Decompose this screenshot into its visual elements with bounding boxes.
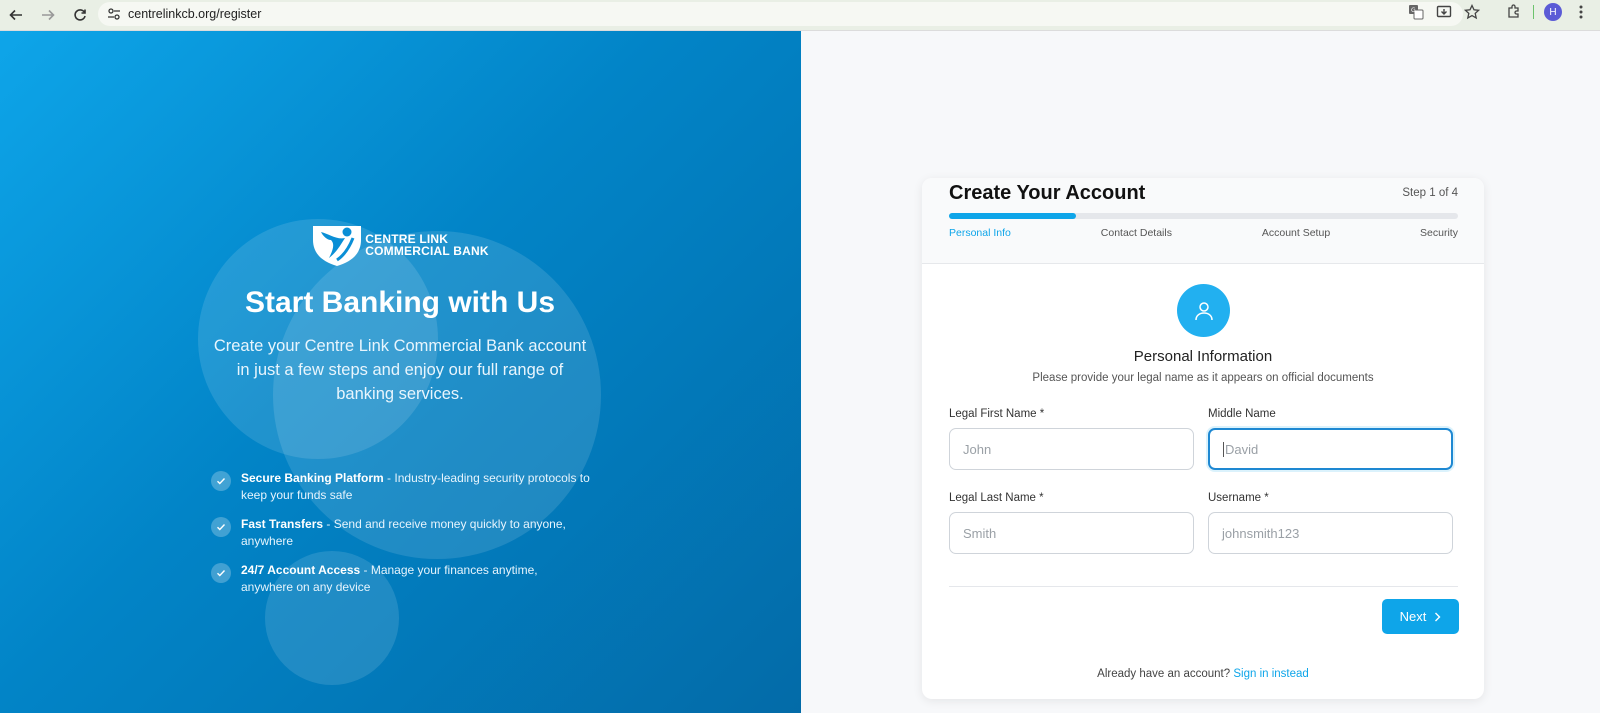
step-personal-info: Personal Info bbox=[949, 227, 1011, 239]
middle-name-placeholder: David bbox=[1225, 441, 1259, 457]
chevron-right-icon bbox=[1435, 612, 1441, 621]
back-arrow-icon[interactable] bbox=[5, 4, 27, 26]
hero-subtitle: Create your Centre Link Commercial Bank … bbox=[213, 337, 587, 403]
feature-item: Fast Transfers - Send and receive money … bbox=[211, 516, 591, 549]
svg-text:G: G bbox=[1411, 7, 1416, 14]
bookmark-star-icon[interactable] bbox=[1463, 3, 1481, 21]
step-labels: Personal Info Contact Details Account Se… bbox=[949, 227, 1458, 239]
next-button[interactable]: Next bbox=[1382, 599, 1459, 634]
progress-bar bbox=[949, 213, 1458, 219]
signin-prompt: Already have an account? Sign in instead bbox=[922, 668, 1484, 680]
first-name-label: Legal First Name * bbox=[949, 408, 1045, 420]
registration-card: Create Your Account Step 1 of 4 Personal… bbox=[922, 178, 1484, 699]
last-name-group: Legal Last Name * Smith bbox=[949, 492, 1194, 554]
step-contact-details: Contact Details bbox=[1100, 227, 1172, 239]
progress-fill bbox=[949, 213, 1077, 219]
first-name-group: Legal First Name * John bbox=[949, 408, 1194, 470]
last-name-input[interactable]: Smith bbox=[949, 512, 1194, 554]
middle-name-group: Middle Name David bbox=[1208, 408, 1453, 470]
user-icon bbox=[1177, 284, 1230, 337]
section-title: Personal Information bbox=[1133, 348, 1273, 365]
last-name-label: Legal Last Name * bbox=[949, 492, 1044, 504]
section-subtitle: Please provide your legal name as it app… bbox=[1032, 372, 1374, 384]
feature-list: Secure Banking Platform - Industry-leadi… bbox=[211, 470, 591, 608]
reload-icon[interactable] bbox=[69, 4, 91, 26]
feature-item: 24/7 Account Access - Manage your financ… bbox=[211, 562, 591, 595]
middle-name-input[interactable]: David bbox=[1208, 428, 1453, 470]
hero-title: Start Banking with Us bbox=[244, 286, 556, 319]
translate-icon[interactable]: G bbox=[1407, 3, 1425, 21]
feature-title: Secure Banking Platform bbox=[241, 471, 384, 485]
check-icon bbox=[211, 517, 231, 537]
text-caret bbox=[1223, 441, 1224, 457]
extensions-icon[interactable] bbox=[1505, 3, 1523, 21]
form-divider bbox=[949, 586, 1458, 587]
card-title: Create Your Account bbox=[949, 182, 1146, 204]
signin-prompt-text: Already have an account? bbox=[1097, 668, 1231, 680]
site-info-icon[interactable] bbox=[106, 6, 122, 22]
bank-logo-icon bbox=[313, 226, 362, 266]
menu-dots-icon[interactable] bbox=[1572, 3, 1590, 21]
username-group: Username * johnsmith123 bbox=[1208, 492, 1453, 554]
signin-link[interactable]: Sign in instead bbox=[1233, 668, 1308, 680]
bank-logo: CENTRE LINK COMMERCIAL BANK bbox=[200, 222, 600, 268]
hero-content: CENTRE LINK COMMERCIAL BANK Start Bankin… bbox=[200, 222, 600, 406]
step-account-setup: Account Setup bbox=[1261, 227, 1331, 239]
feature-title: 24/7 Account Access bbox=[241, 563, 361, 577]
step-counter: Step 1 of 4 bbox=[1402, 187, 1458, 199]
toolbar-divider bbox=[1533, 5, 1534, 19]
next-button-label: Next bbox=[1399, 609, 1427, 624]
feature-title: Fast Transfers bbox=[241, 517, 324, 531]
step-security: Security bbox=[1420, 227, 1458, 239]
check-icon bbox=[211, 471, 231, 491]
feature-item: Secure Banking Platform - Industry-leadi… bbox=[211, 470, 591, 503]
check-icon bbox=[211, 563, 231, 583]
browser-toolbar: centrelinkcb.org/register G H bbox=[0, 0, 1600, 31]
install-icon[interactable] bbox=[1435, 3, 1453, 21]
middle-name-label: Middle Name bbox=[1208, 408, 1276, 420]
logo-line-2: COMMERCIAL BANK bbox=[365, 244, 489, 258]
first-name-input[interactable]: John bbox=[949, 428, 1194, 470]
username-label: Username * bbox=[1208, 492, 1269, 504]
profile-avatar[interactable]: H bbox=[1544, 3, 1562, 21]
card-header: Create Your Account Step 1 of 4 Personal… bbox=[922, 178, 1484, 264]
url-text[interactable]: centrelinkcb.org/register bbox=[128, 7, 261, 21]
username-input[interactable]: johnsmith123 bbox=[1208, 512, 1453, 554]
address-bar[interactable]: centrelinkcb.org/register bbox=[98, 2, 1463, 26]
forward-arrow-icon[interactable] bbox=[37, 4, 59, 26]
